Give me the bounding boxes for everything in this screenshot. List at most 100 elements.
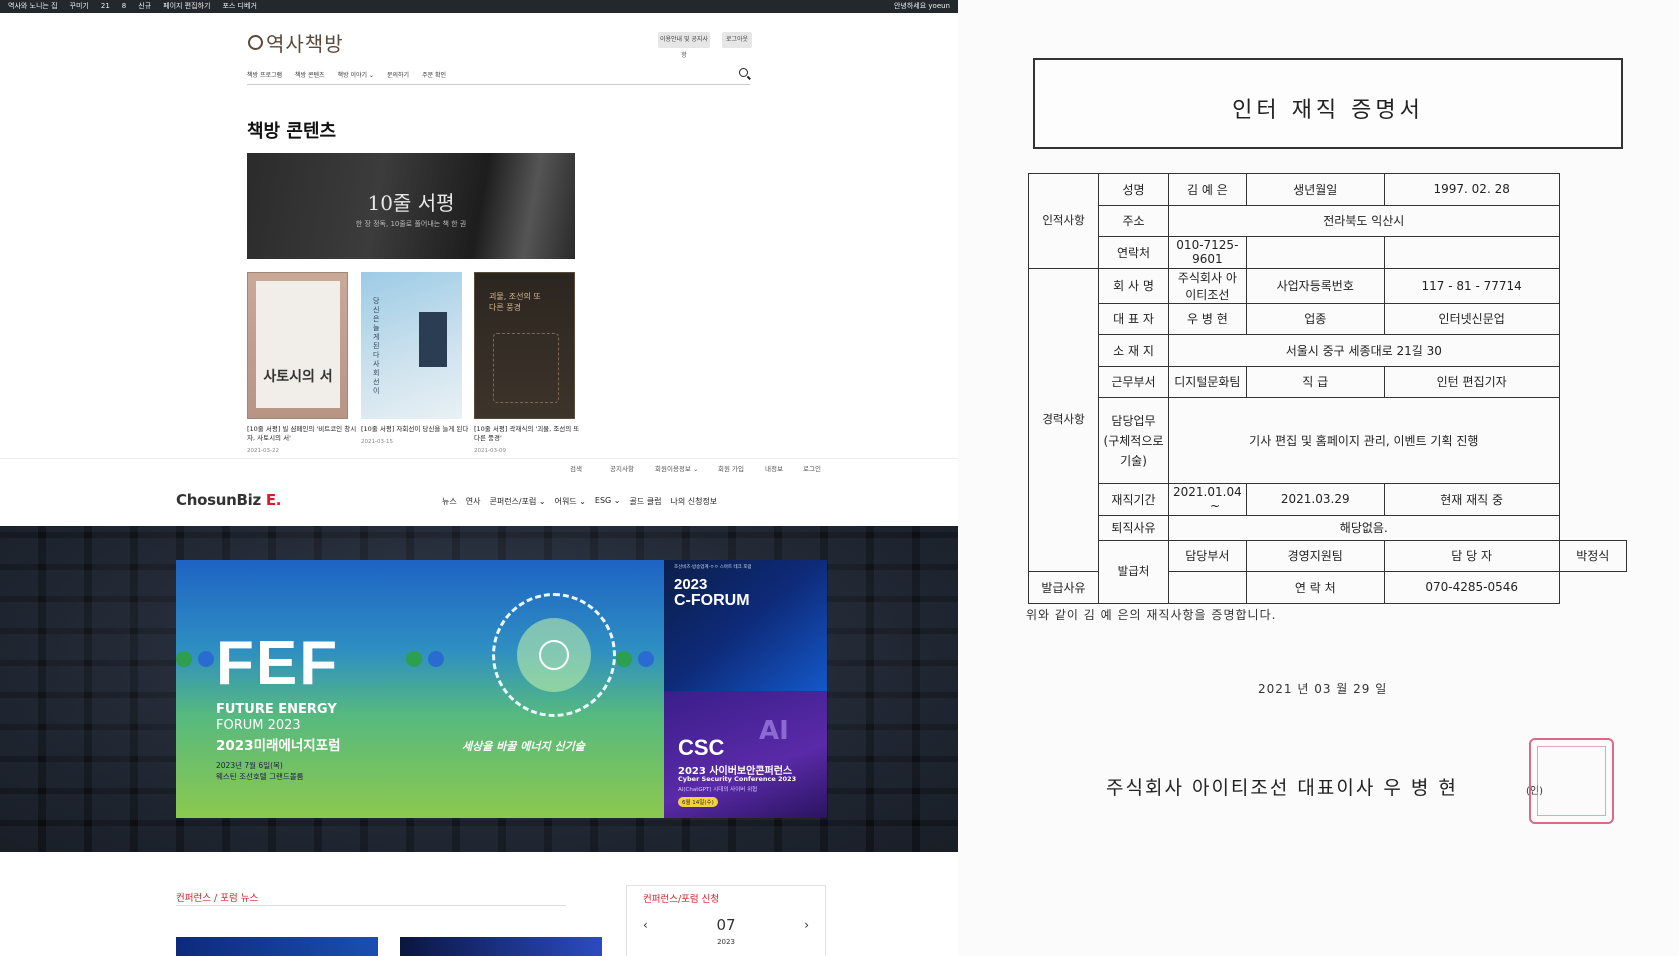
certificate-statement: 위와 같이 김 예 은의 재직사항을 증명합니다. <box>1026 608 1277 622</box>
logo-accent: E. <box>265 491 282 509</box>
notice-button[interactable]: 이용안내 및 공지사항 <box>658 32 710 59</box>
util-signup-link[interactable]: 회원 가입 <box>718 463 744 473</box>
csc-banner[interactable]: AI CSC 2023 사이버보안콘퍼런스 Cyber Security Con… <box>664 691 827 818</box>
admin-comments-link[interactable]: 8 <box>122 0 126 13</box>
cforum-banner[interactable]: 조선비즈·방송업계·ㅇㅇ 스마트 테크 포럼 2023 C-FORUM <box>664 560 827 691</box>
cell-label: 업종 <box>1245 302 1385 335</box>
banner-title: 10줄 서평 <box>367 191 455 215</box>
cell-value: 디지털문화팀 <box>1168 365 1247 398</box>
util-login-link[interactable]: 로그인 <box>803 463 821 473</box>
fef-venue: 웨스틴 조선호텔 그랜드볼룸 <box>216 772 304 781</box>
csc-date-badge: 6월 14일(수) <box>678 797 718 807</box>
utility-bar: 검색 공지사항 회원이용정보 ⌄ 회원 가입 내정보 로그인 <box>0 458 958 473</box>
cforum-small-text: 조선비즈·방송업계·ㅇㅇ 스마트 테크 포럼 <box>674 565 752 570</box>
cell-label: 담당부서 <box>1168 539 1247 572</box>
menu-item-speakers[interactable]: 연사 <box>466 496 481 507</box>
banner-subtitle: 한 장 정독, 10줄로 풀어내는 책 한 권 <box>355 220 467 228</box>
menu-item-conference[interactable]: 콘퍼런스/포럼 ⌄ <box>489 496 545 507</box>
period-sep: ~ <box>1209 499 1221 514</box>
cell-value: 1997. 02. 28 <box>1383 173 1560 206</box>
menu-item-news[interactable]: 뉴스 <box>442 496 457 507</box>
news-thumbnail[interactable] <box>400 937 602 956</box>
fef-korean-title: 2023미래에너지포럼 <box>216 738 341 754</box>
main-menu: 뉴스 연사 콘퍼런스/포럼 ⌄ 어워드 ⌄ ESG ⌄ 골드 클럽 나의 신청정… <box>442 496 717 507</box>
bookroom-logo[interactable]: 역사책방 <box>248 28 344 57</box>
book-cover[interactable]: 사토시의 서 <box>247 272 348 419</box>
util-search-link[interactable]: 검색 <box>570 463 582 473</box>
cell-value <box>1168 571 1247 604</box>
cell-label: 대 표 자 <box>1098 302 1169 335</box>
certificate-table: 인적사항 성명 김 예 은 생년월일 1997. 02. 28 주소 전라북도 … <box>1028 173 1628 604</box>
calendar-year: 2023 <box>717 938 735 946</box>
cell-value: 인터넷신문업 <box>1383 302 1560 335</box>
book-caption[interactable]: [10줄 서평] 곽재식의 '괴물, 조선의 또 다른 풍경' 2021-03-… <box>474 425 584 456</box>
nav-item-orders[interactable]: 주문 확인 <box>422 70 446 84</box>
fef-banner[interactable]: FEF FUTURE ENERGY FORUM 2023 2023미래에너지포럼… <box>176 560 664 818</box>
book-cover-title: 당신은 늘게 된다 사회선이 <box>373 297 380 395</box>
calendar-next-button[interactable]: › <box>804 918 809 932</box>
admin-updates-link[interactable]: 21 <box>101 0 110 13</box>
book-cover[interactable]: 괴물, 조선의 또 다른 풍경 <box>474 272 575 419</box>
cell-value: 010-7125-9601 <box>1168 236 1247 269</box>
calendar-month: 07 <box>716 916 736 934</box>
fef-tagline: 세상을 바꿀 에너지 신기술 <box>462 740 585 753</box>
util-myinfo-link[interactable]: 내정보 <box>765 463 783 473</box>
ai-decor: AI <box>759 716 789 746</box>
cell-label: 퇴직사유 <box>1098 514 1169 541</box>
menu-item-my-applications[interactable]: 나의 신청정보 <box>670 496 717 507</box>
menu-item-awards[interactable]: 어워드 ⌄ <box>555 496 586 507</box>
cell-value: 서울시 중구 세종대로 21길 30 <box>1168 334 1560 367</box>
search-icon[interactable] <box>739 68 748 77</box>
cell-label: 담 당 자 <box>1383 539 1560 572</box>
nav-item-story[interactable]: 책방 이야기 ⌄ <box>338 70 374 84</box>
cell-value: 우 병 현 <box>1168 302 1247 335</box>
util-member-link[interactable]: 회원이용정보 ⌄ <box>655 463 698 473</box>
cell-label: 생년월일 <box>1245 173 1385 206</box>
book-date: 2021-03-15 <box>361 439 393 445</box>
nav-item-contents[interactable]: 책방 콘텐츠 <box>295 70 325 84</box>
book-caption[interactable]: [10줄 서평] 자회선이 당신을 늘게 된다 2021-03-15 <box>361 425 471 447</box>
nav-item-contact[interactable]: 문의하기 <box>387 70 409 84</box>
cell-label: 근무부서 <box>1098 365 1169 398</box>
admin-customize-link[interactable]: 꾸미기 <box>70 0 89 13</box>
side-label-issuer: 발급처 <box>1098 539 1169 604</box>
cover-illustration <box>493 333 559 403</box>
cell-label: 재직기간 <box>1098 483 1169 516</box>
cell-value: 117 - 81 - 77714 <box>1383 267 1560 304</box>
cell-value: 인턴 편집기자 <box>1383 365 1560 398</box>
cell-label: 발급사유 <box>1028 571 1099 604</box>
admin-account-link[interactable]: 안녕하세요 yoeun <box>894 0 950 13</box>
logo-text: ChosunBiz <box>176 491 261 509</box>
book-caption-text: [10줄 서평] 빌 샴페인의 '비트코인 창시자, 사토시의 서' <box>247 425 357 442</box>
menu-item-gold-club[interactable]: 골드 클럽 <box>629 496 661 507</box>
admin-edit-page-link[interactable]: 페이지 편집하기 <box>163 0 210 13</box>
admin-debug-link[interactable]: 포스 디베거 <box>222 0 256 13</box>
logout-button[interactable]: 로그아웃 <box>722 32 752 48</box>
book-cover-title: 사토시의 서 <box>263 369 333 385</box>
cell-empty <box>1383 236 1560 269</box>
nav-item-program[interactable]: 책방 프로그램 <box>247 70 282 84</box>
cell-value: 전라북도 익산시 <box>1168 204 1560 237</box>
news-thumbnail[interactable] <box>176 937 378 956</box>
review-banner[interactable]: 10줄 서평 한 장 정독, 10줄로 풀어내는 책 한 권 <box>247 153 575 259</box>
cell-label: 성명 <box>1098 173 1169 206</box>
apply-heading: 컨퍼런스/포럼 신청 <box>643 894 720 905</box>
admin-new-link[interactable]: 신규 <box>138 0 151 13</box>
globe-icon <box>539 640 569 670</box>
wp-admin-bar: 역사와 노니는 집 꾸미기 21 8 신규 페이지 편집하기 포스 디베거 안녕… <box>0 0 958 13</box>
certificate-title: 인터 재직 증명서 <box>1232 98 1424 123</box>
util-notice-link[interactable]: 공지사항 <box>610 463 634 473</box>
book-date: 2021-03-09 <box>474 448 506 454</box>
cell-value: 해당없음. <box>1168 514 1560 541</box>
book-caption[interactable]: [10줄 서평] 빌 샴페인의 '비트코인 창시자, 사토시의 서' 2021-… <box>247 425 357 456</box>
certificate-title-box: 인터 재직 증명서 <box>1033 58 1623 149</box>
left-web-panel: 역사와 노니는 집 꾸미기 21 8 신규 페이지 편집하기 포스 디베거 안녕… <box>0 0 958 956</box>
admin-site-link[interactable]: 역사와 노니는 집 <box>8 0 58 13</box>
chosunbiz-logo[interactable]: ChosunBiz E. <box>176 491 281 509</box>
cell-label: 담당업무 (구체적으로 기술) <box>1098 397 1169 484</box>
book-cover[interactable]: 당신은 늘게 된다 사회선이 <box>361 272 462 419</box>
certificate-date: 2021 년 03 월 29 일 <box>1258 682 1388 696</box>
certificate-document: 인터 재직 증명서 인적사항 성명 김 예 은 생년월일 1997. 02. 2… <box>958 0 1679 956</box>
cell-value: 주식회사 아이티조선 <box>1168 267 1247 304</box>
menu-item-esg[interactable]: ESG ⌄ <box>595 496 621 507</box>
